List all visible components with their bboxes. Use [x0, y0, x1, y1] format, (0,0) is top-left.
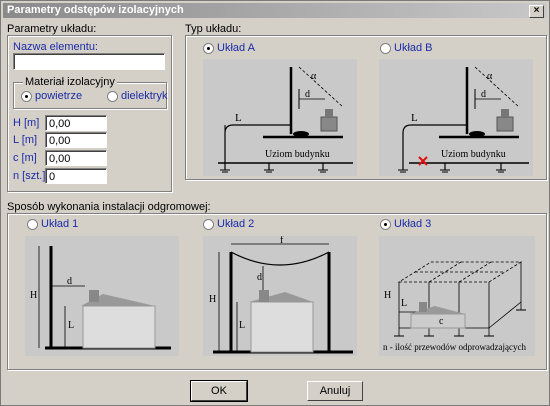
dimension-l-label: L: [239, 320, 245, 331]
install-3-caption: n - ilość przewodów odprowadzających: [383, 342, 526, 352]
layout-b-diagram: L d α Uziom budynku: [379, 59, 533, 176]
close-button[interactable]: ×: [529, 5, 544, 18]
angle-alpha-label: α: [311, 71, 317, 82]
c-input[interactable]: 0,00: [45, 150, 107, 166]
layout-b-radio[interactable]: [380, 43, 391, 54]
material-dielectric-radio[interactable]: [107, 91, 118, 102]
ok-button[interactable]: OK: [190, 380, 248, 402]
angle-alpha-label: α: [487, 71, 493, 82]
n-input[interactable]: 0: [45, 168, 107, 184]
h-label: H [m]: [13, 117, 40, 129]
material-air-radio[interactable]: [21, 91, 32, 102]
element-name-label: Nazwa elementu:: [13, 41, 98, 53]
layout-a-diagram: L d α Uziom budynku: [203, 59, 357, 176]
layout-a-label[interactable]: Układ A: [217, 42, 255, 54]
dimension-l-label: L: [411, 112, 418, 124]
dimension-f-label: f: [280, 236, 284, 246]
dimension-h-label: H: [209, 294, 216, 305]
install-1-radio[interactable]: [27, 219, 38, 230]
install-2-diagram: f H d L: [203, 236, 357, 356]
element-name-input[interactable]: [13, 53, 165, 70]
window-title: Parametry odstępów izolacyjnych: [7, 4, 184, 16]
layout-b-caption: Uziom budynku: [441, 149, 506, 160]
layout-b-label[interactable]: Układ B: [394, 42, 433, 54]
dialog-window: Parametry odstępów izolacyjnych × Parame…: [0, 0, 550, 406]
install-3-diagram: H L c n - ilość przewodów odprowadzający…: [379, 236, 535, 356]
cancel-button[interactable]: Anuluj: [307, 381, 363, 401]
install-2-label[interactable]: Układ 2: [217, 218, 254, 230]
layout-a-radio[interactable]: [203, 43, 214, 54]
n-label: n [szt.]: [13, 170, 46, 182]
install-1-label[interactable]: Układ 1: [41, 218, 78, 230]
layout-type-group-label: Typ układu:: [185, 23, 242, 35]
dimension-d-label: d: [305, 89, 310, 100]
install-1-diagram: H d L: [25, 236, 179, 356]
material-dielectric-label[interactable]: dielektryk: [121, 90, 167, 102]
dimension-h-label: H: [30, 290, 37, 301]
h-input[interactable]: 0,00: [45, 115, 107, 131]
dimension-h-label: H: [384, 290, 391, 301]
material-group-label: Materiał izolacyjny: [23, 76, 117, 88]
dimension-d-label: d: [67, 276, 72, 287]
dimension-d-label: d: [481, 89, 486, 100]
layout-a-caption: Uziom budynku: [265, 149, 330, 160]
dimension-d-label: d: [257, 272, 262, 283]
install-3-radio[interactable]: [380, 219, 391, 230]
material-air-label[interactable]: powietrze: [35, 90, 82, 102]
dimension-l-label: L: [235, 112, 242, 124]
title-bar: Parametry odstępów izolacyjnych ×: [3, 3, 547, 18]
install-group-label: Sposób wykonania instalacji odgromowej:: [7, 201, 211, 213]
dimension-c-label: c: [439, 316, 444, 327]
dimension-l-label: L: [401, 298, 407, 309]
install-2-radio[interactable]: [203, 219, 214, 230]
install-3-label[interactable]: Układ 3: [394, 218, 431, 230]
l-input[interactable]: 0,00: [45, 132, 107, 148]
c-label: c [m]: [13, 152, 37, 164]
params-group-label: Parametry układu:: [7, 23, 97, 35]
dimension-l-label: L: [68, 320, 74, 331]
l-label: L [m]: [13, 134, 38, 146]
